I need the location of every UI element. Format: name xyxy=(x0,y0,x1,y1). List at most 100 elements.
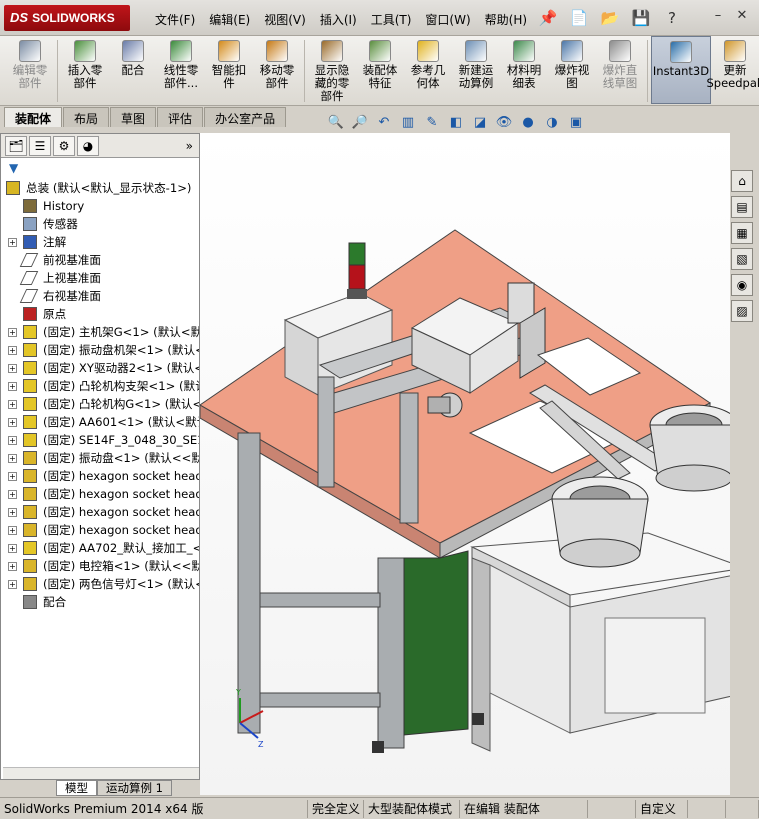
tree-node[interactable]: + (固定) 两色信号灯<1> (默认< xyxy=(1,575,199,593)
tab-motion-study[interactable]: 运动算例 1 xyxy=(97,780,172,796)
tab-model[interactable]: 模型 xyxy=(56,780,97,796)
ribbon-button-explode-line-sketch[interactable]: 爆炸直 线草图 xyxy=(596,36,644,104)
expand-toggle[interactable]: + xyxy=(8,508,17,517)
ribbon-button-edit-component[interactable]: 编辑零 部件 xyxy=(6,36,54,104)
menu-item[interactable]: 帮助(H) xyxy=(478,8,534,30)
expand-toggle[interactable]: + xyxy=(8,364,17,373)
configuration-manager-icon[interactable]: ⚙ xyxy=(53,135,75,156)
ribbon-button-insert-components[interactable]: 插入零 部件 xyxy=(61,36,109,104)
tree-node[interactable]: 传感器 xyxy=(1,215,199,233)
expand-toggle[interactable]: + xyxy=(8,436,17,445)
tree-node[interactable]: + (固定) XY驱动器2<1> (默认< xyxy=(1,359,199,377)
help-icon[interactable]: ? xyxy=(658,5,686,31)
tree-node[interactable]: + (固定) 振动盘<1> (默认<<默认 xyxy=(1,449,199,467)
ribbon-button-speedpak[interactable]: 更新 Speedpak xyxy=(706,36,759,104)
expand-toggle[interactable]: + xyxy=(8,562,17,571)
edit-appearance-icon[interactable]: ● xyxy=(517,112,539,132)
ribbon-button-show-hidden[interactable]: 显示隐 藏的零 部件 xyxy=(308,36,356,104)
tree-node[interactable]: + (固定) SE14F_3_048_30_SE14F xyxy=(1,431,199,449)
menu-item[interactable]: 工具(T) xyxy=(364,8,419,30)
tree-node[interactable]: + (固定) hexagon socket head ca xyxy=(1,503,199,521)
section-view-icon[interactable]: ▥ xyxy=(397,112,419,132)
open-icon[interactable]: 📂 xyxy=(596,5,624,31)
property-manager-icon[interactable]: ☰ xyxy=(29,135,51,156)
ribbon-button-linear-pattern[interactable]: 线性零 部件... xyxy=(157,36,205,104)
tree-node[interactable]: History xyxy=(1,197,199,215)
tree-node[interactable]: 右视基准面 xyxy=(1,287,199,305)
tree-node[interactable]: 原点 xyxy=(1,305,199,323)
expand-toggle[interactable]: + xyxy=(8,544,17,553)
expand-toggle[interactable]: + xyxy=(8,328,17,337)
tab-4[interactable]: 办公室产品 xyxy=(204,107,287,127)
file-explorer-icon[interactable]: ▦ xyxy=(731,222,753,244)
tree-node[interactable]: + 注解 xyxy=(1,233,199,251)
design-library-icon[interactable]: ▤ xyxy=(731,196,753,218)
pin-icon[interactable]: 📌 xyxy=(534,5,562,31)
tree-node[interactable]: + (固定) 凸轮机构G<1> (默认< xyxy=(1,395,199,413)
tree-node[interactable]: 上视基准面 xyxy=(1,269,199,287)
ribbon-button-assembly-features[interactable]: 装配体 特征 xyxy=(356,36,404,104)
ribbon-button-bom[interactable]: 材料明 细表 xyxy=(500,36,548,104)
view-settings-icon[interactable]: ▣ xyxy=(565,112,587,132)
home-icon[interactable]: ⌂ xyxy=(731,170,753,192)
minimize-icon[interactable]: – xyxy=(708,6,728,26)
ribbon-button-instant3d[interactable]: Instant3D xyxy=(651,36,711,104)
tab-0[interactable]: 装配体 xyxy=(4,107,63,127)
tree-node[interactable]: + (固定) 凸轮机构支架<1> (默认 xyxy=(1,377,199,395)
close-icon[interactable]: ✕ xyxy=(732,6,752,26)
display-style-icon[interactable]: ◪ xyxy=(469,112,491,132)
tab-1[interactable]: 布局 xyxy=(63,107,110,127)
apply-scene-icon[interactable]: ◑ xyxy=(541,112,563,132)
tree-node[interactable]: + (固定) hexagon socket head ca xyxy=(1,467,199,485)
menu-item[interactable]: 视图(V) xyxy=(257,8,313,30)
view-palette-icon[interactable]: ▧ xyxy=(731,248,753,270)
tree-node[interactable]: 总装 (默认<默认_显示状态-1>) xyxy=(1,179,199,197)
tree-node[interactable]: + (固定) AA702_默认_接加工_< xyxy=(1,539,199,557)
tree-node[interactable]: + (固定) AA601<1> (默认<默认 xyxy=(1,413,199,431)
filter-icon[interactable]: ▼ xyxy=(9,161,18,175)
tab-2[interactable]: 草图 xyxy=(110,107,157,127)
display-manager-icon[interactable]: ◕ xyxy=(77,135,99,156)
tree-node[interactable]: + (固定) hexagon socket head ca xyxy=(1,485,199,503)
ribbon-button-mate[interactable]: 配合 xyxy=(109,36,157,104)
tree-node[interactable]: + (固定) 振动盘机架<1> (默认< xyxy=(1,341,199,359)
zoom-to-fit-icon[interactable]: 🔍 xyxy=(325,112,347,132)
tree-node[interactable]: 前视基准面 xyxy=(1,251,199,269)
feature-manager-icon[interactable]: 🗂 xyxy=(5,135,27,156)
save-icon[interactable]: 💾 xyxy=(627,5,655,31)
previous-view-icon[interactable]: ↶ xyxy=(373,112,395,132)
expand-toggle[interactable]: + xyxy=(8,454,17,463)
menu-item[interactable]: 插入(I) xyxy=(313,8,364,30)
tab-3[interactable]: 评估 xyxy=(157,107,204,127)
expand-toggle[interactable]: + xyxy=(8,472,17,481)
custom-properties-icon[interactable]: ▨ xyxy=(731,300,753,322)
tree-node[interactable]: + (固定) 主机架G<1> (默认<默 xyxy=(1,323,199,341)
expand-toggle[interactable]: + xyxy=(8,238,17,247)
dynamic-annotation-icon[interactable]: ✎ xyxy=(421,112,443,132)
menu-item[interactable]: 文件(F) xyxy=(148,8,202,30)
horizontal-scrollbar[interactable] xyxy=(3,767,199,779)
view-orientation-icon[interactable]: ◧ xyxy=(445,112,467,132)
ribbon-button-smart-fasteners[interactable]: 智能扣 件 xyxy=(205,36,253,104)
menu-item[interactable]: 窗口(W) xyxy=(418,8,477,30)
hide-show-icon[interactable]: 👁 xyxy=(493,112,515,132)
appearances-icon[interactable]: ◉ xyxy=(731,274,753,296)
expand-toggle[interactable]: + xyxy=(8,490,17,499)
graphics-viewport[interactable]: Y Z xyxy=(199,133,746,795)
expand-toggle[interactable]: + xyxy=(8,526,17,535)
zoom-area-icon[interactable]: 🔎 xyxy=(349,112,371,132)
menu-item[interactable]: 编辑(E) xyxy=(202,8,257,30)
tree-node[interactable]: + (固定) 电控箱<1> (默认<<默 xyxy=(1,557,199,575)
ribbon-button-new-motion-study[interactable]: 新建运 动算例 xyxy=(452,36,500,104)
expand-toggle[interactable]: + xyxy=(8,418,17,427)
new-document-icon[interactable]: 📄 xyxy=(565,5,593,31)
ribbon-button-move-component[interactable]: 移动零 部件 xyxy=(253,36,301,104)
ribbon-button-exploded-view[interactable]: 爆炸视 图 xyxy=(548,36,596,104)
tree-node[interactable]: + (固定) hexagon socket head ca xyxy=(1,521,199,539)
tree-node[interactable]: 配合 xyxy=(1,593,199,611)
expand-toggle[interactable]: + xyxy=(8,382,17,391)
expand-toggle[interactable]: + xyxy=(8,580,17,589)
expand-toggle[interactable]: + xyxy=(8,346,17,355)
expand-panel-icon[interactable]: » xyxy=(186,139,193,153)
ribbon-button-reference-geometry[interactable]: 参考几 何体 xyxy=(404,36,452,104)
